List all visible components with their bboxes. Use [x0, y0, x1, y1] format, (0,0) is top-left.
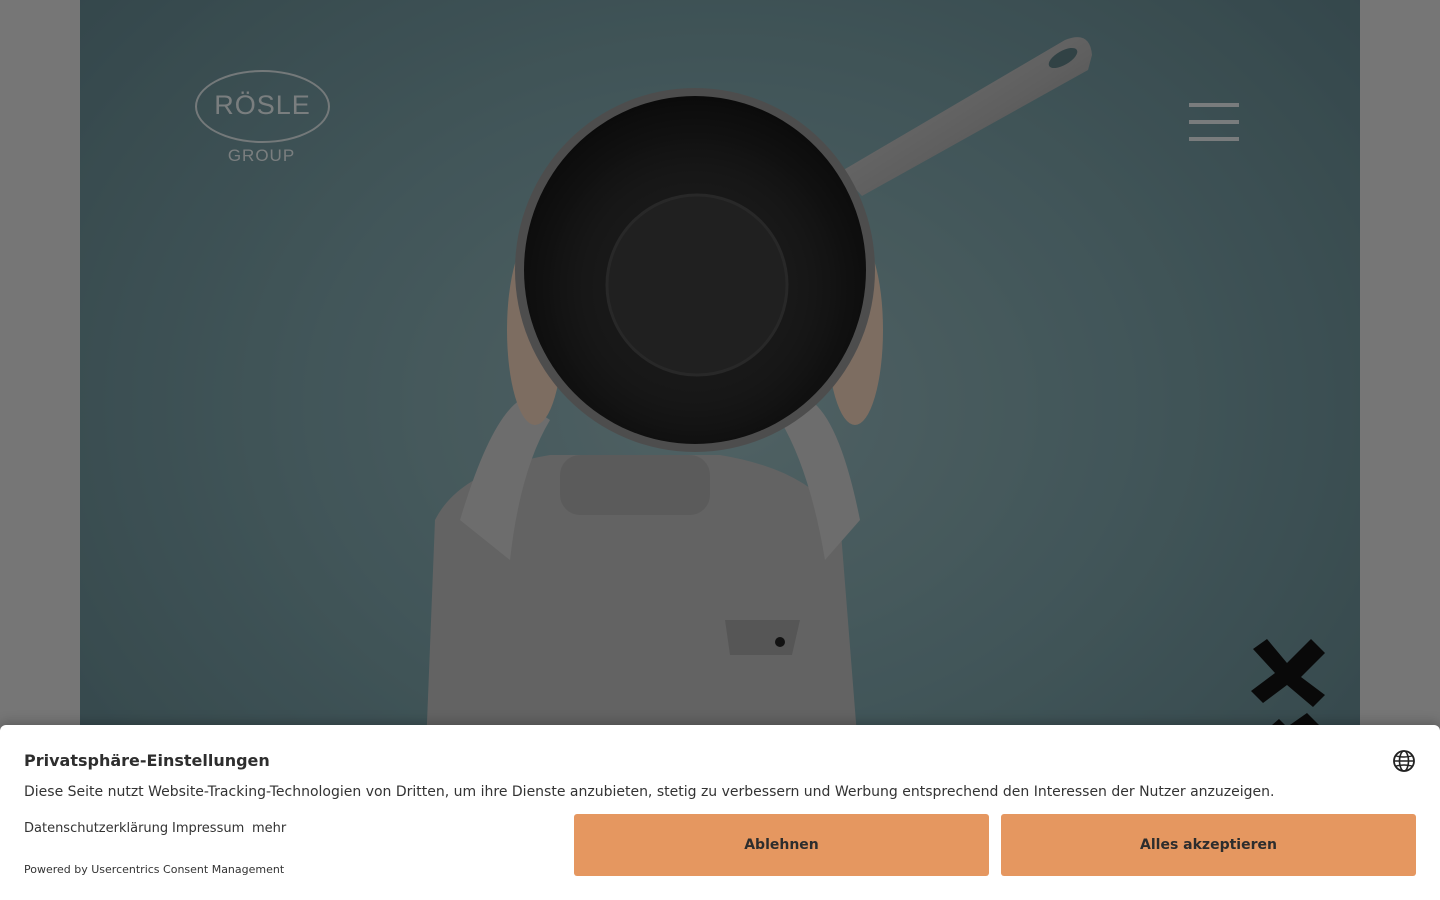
globe-icon[interactable] — [1392, 749, 1416, 773]
imprint-link[interactable]: Impressum — [172, 821, 244, 836]
powered-by-text: Powered by Usercentrics Consent Manageme… — [24, 863, 285, 876]
privacy-link[interactable]: Datenschutzerklärung — [24, 821, 168, 836]
menu-bar — [1189, 137, 1239, 141]
logo-subtitle: GROUP — [227, 146, 296, 165]
accept-all-button[interactable]: Alles akzeptieren — [1001, 814, 1416, 876]
decline-button[interactable]: Ablehnen — [574, 814, 989, 876]
logo[interactable]: RÖSLE GROUP — [195, 70, 331, 170]
more-link[interactable]: mehr — [252, 821, 286, 836]
consent-title: Privatsphäre-Einstellungen — [24, 751, 270, 770]
consent-description: Diese Seite nutzt Website-Tracking-Techn… — [24, 784, 1275, 800]
hamburger-menu-icon[interactable] — [1189, 103, 1239, 141]
menu-bar — [1189, 103, 1239, 107]
menu-bar — [1189, 120, 1239, 124]
logo-name: RÖSLE — [214, 90, 311, 120]
